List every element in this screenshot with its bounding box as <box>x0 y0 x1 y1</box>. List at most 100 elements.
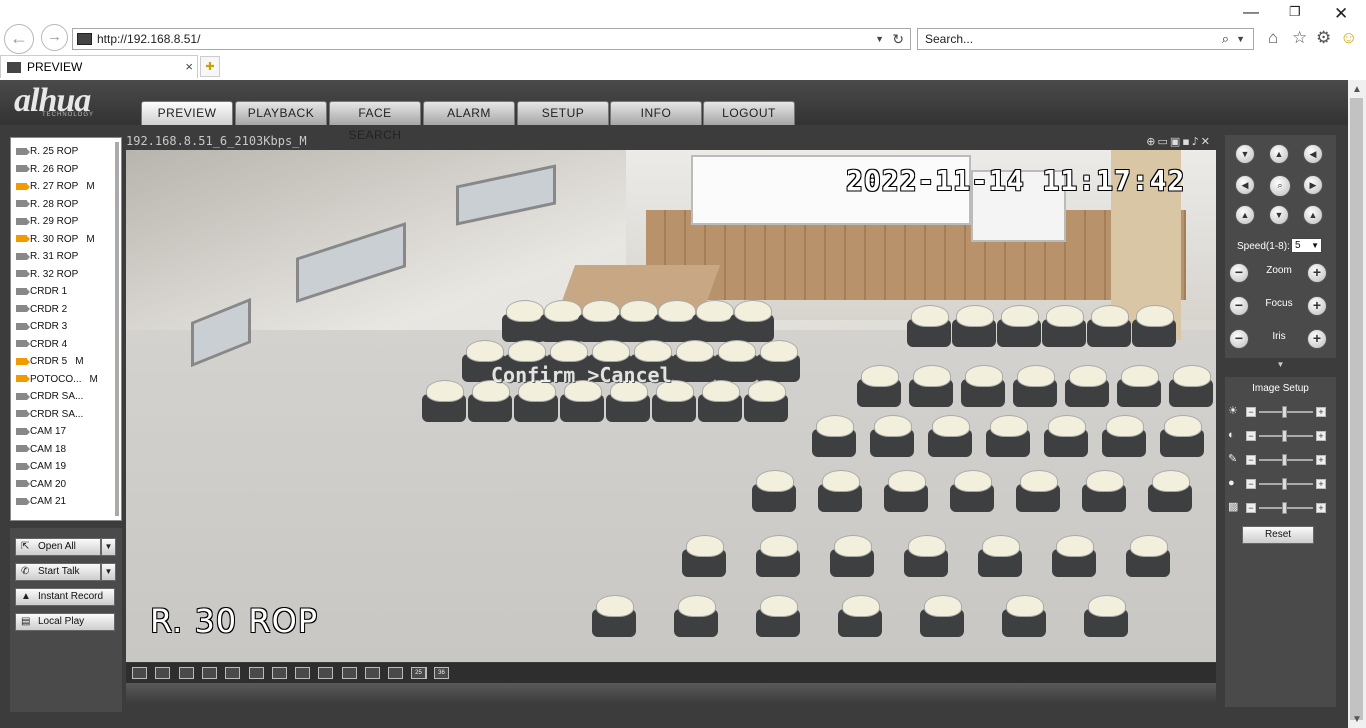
sharpness-plus[interactable]: + <box>1316 503 1326 513</box>
layout-button[interactable] <box>271 667 287 679</box>
sharpness-minus[interactable]: − <box>1246 503 1256 513</box>
tab-setup[interactable]: SETUP <box>517 101 609 125</box>
tab-close-icon[interactable]: × <box>185 56 193 78</box>
sharpness-slider[interactable]: ▩ − + <box>1228 501 1334 515</box>
channel-item[interactable]: R. 27 ROP M <box>16 179 95 195</box>
layout-button[interactable] <box>201 667 217 679</box>
ptz-up-button[interactable]: ▲ <box>1269 144 1289 164</box>
brightness-plus[interactable]: + <box>1316 407 1326 417</box>
layout-button[interactable] <box>365 667 380 679</box>
hue-knob[interactable] <box>1282 478 1287 490</box>
home-icon[interactable]: ⌂ <box>1268 28 1278 48</box>
contrast-slider[interactable]: ◐ − + <box>1228 429 1334 443</box>
address-dropdown-icon[interactable]: ▼ <box>875 29 884 49</box>
gear-icon[interactable]: ⚙ <box>1316 28 1331 48</box>
channel-item[interactable]: CAM 20 <box>16 477 66 493</box>
tab-alarm[interactable]: ALARM <box>423 101 515 125</box>
layout-button[interactable] <box>178 667 194 679</box>
restore-icon[interactable]: ❐ <box>1289 4 1301 20</box>
saturation-slider[interactable]: ✎ − + <box>1228 453 1334 467</box>
layout-button[interactable]: 36 <box>434 667 449 679</box>
ptz-down-right-button[interactable]: ▲ <box>1303 205 1323 225</box>
ptz-3d-zoom-button[interactable]: ⌕ <box>1269 175 1291 197</box>
ptz-up-left-button[interactable]: ▼ <box>1235 144 1255 164</box>
zoom-in-button[interactable]: + <box>1307 263 1327 283</box>
reset-button[interactable]: Reset <box>1242 526 1314 544</box>
brightness-knob[interactable] <box>1282 406 1287 418</box>
instant-record-button[interactable]: ▲ Instant Record <box>15 588 115 606</box>
channel-item[interactable]: R. 29 ROP <box>16 214 78 230</box>
channel-item[interactable]: CRDR SA... <box>16 389 83 405</box>
channel-item[interactable]: R. 30 ROP M <box>16 232 95 248</box>
local-play-button[interactable]: ▤ Local Play <box>15 613 115 631</box>
record-icon[interactable]: ▪ <box>1182 135 1191 148</box>
layout-button[interactable] <box>132 667 147 679</box>
search-icon[interactable]: ⌕ <box>1222 29 1229 49</box>
speed-select[interactable]: 5 ▼ <box>1291 238 1322 253</box>
channel-item[interactable]: CRDR 4 <box>16 337 67 353</box>
hue-plus[interactable]: + <box>1316 479 1326 489</box>
start-talk-dropdown[interactable]: ▼ <box>101 563 116 581</box>
open-all-dropdown[interactable]: ▼ <box>101 538 116 556</box>
channel-list-scrollbar[interactable] <box>115 142 119 516</box>
contrast-plus[interactable]: + <box>1316 431 1326 441</box>
channel-item[interactable]: CAM 17 <box>16 424 66 440</box>
focus-in-button[interactable]: + <box>1307 296 1327 316</box>
saturation-knob[interactable] <box>1282 454 1287 466</box>
scroll-up-icon[interactable]: ▲ <box>1352 84 1362 95</box>
channel-item[interactable]: CRDR 5 M <box>16 354 84 370</box>
snapshot-icon[interactable]: ▣ <box>1170 135 1182 148</box>
layout-button[interactable] <box>248 667 264 679</box>
sharpness-knob[interactable] <box>1282 502 1287 514</box>
close-video-icon[interactable]: ✕ <box>1201 135 1212 148</box>
channel-item[interactable]: CRDR SA... <box>16 407 83 423</box>
saturation-minus[interactable]: − <box>1246 455 1256 465</box>
channel-item[interactable]: R. 28 ROP <box>16 197 78 213</box>
search-dropdown-icon[interactable]: ▼ <box>1236 29 1245 49</box>
channel-item[interactable]: CAM 19 <box>16 459 66 475</box>
ptz-down-button[interactable]: ▼ <box>1269 205 1289 225</box>
ptz-up-right-button[interactable]: ◀ <box>1303 144 1323 164</box>
ptz-left-button[interactable]: ◀ <box>1235 175 1255 195</box>
layout-button[interactable]: 25 <box>411 667 426 679</box>
start-talk-button[interactable]: ✆ Start Talk <box>15 563 101 581</box>
audio-icon[interactable]: ♪ <box>1192 135 1201 148</box>
back-button[interactable]: ← <box>4 24 34 54</box>
channel-item[interactable]: R. 32 ROP <box>16 267 78 283</box>
focus-out-button[interactable]: − <box>1229 296 1249 316</box>
page-scrollbar[interactable]: ▲ ▼ <box>1348 80 1366 728</box>
tab-face-search[interactable]: FACE SEARCH <box>329 101 421 142</box>
smiley-icon[interactable]: ☺ <box>1340 28 1357 48</box>
channel-item[interactable]: R. 26 ROP <box>16 162 78 178</box>
layout-button[interactable] <box>388 667 404 679</box>
tab-preview[interactable]: PREVIEW <box>141 101 233 125</box>
address-bar[interactable]: http://192.168.8.51/ ▼ ↻ <box>72 28 911 50</box>
channel-item[interactable]: CRDR 1 <box>16 284 67 300</box>
browser-tab[interactable]: PREVIEW × <box>0 55 198 78</box>
tab-logout[interactable]: LOGOUT <box>703 101 795 125</box>
layout-button[interactable] <box>341 667 357 679</box>
refresh-icon[interactable]: ↻ <box>892 29 904 49</box>
iris-close-button[interactable]: − <box>1229 329 1249 349</box>
zoom-out-button[interactable]: − <box>1229 263 1249 283</box>
new-tab-icon[interactable]: ✚ <box>200 56 220 77</box>
hue-slider[interactable]: ● − + <box>1228 477 1334 491</box>
channel-item[interactable]: CAM 18 <box>16 442 66 458</box>
contrast-minus[interactable]: − <box>1246 431 1256 441</box>
tab-playback[interactable]: PLAYBACK <box>235 101 327 125</box>
channel-item[interactable]: R. 31 ROP <box>16 249 78 265</box>
zoom-in-icon[interactable]: ⊕ <box>1146 135 1157 148</box>
contrast-knob[interactable] <box>1282 430 1287 442</box>
tab-info[interactable]: INFO <box>610 101 702 125</box>
forward-button[interactable]: → <box>41 24 68 51</box>
open-all-button[interactable]: ⇱ Open All <box>15 538 101 556</box>
minimize-icon[interactable]: — <box>1243 4 1259 22</box>
star-icon[interactable]: ☆ <box>1292 28 1307 48</box>
brightness-minus[interactable]: − <box>1246 407 1256 417</box>
layout-button[interactable] <box>318 667 334 679</box>
channel-item[interactable]: CRDR 2 <box>16 302 67 318</box>
video-feed[interactable]: 2022-11-14 11:17:42 Confirm >Cancel R. 3… <box>126 150 1216 662</box>
fit-icon[interactable]: ▭ <box>1157 135 1169 148</box>
iris-open-button[interactable]: + <box>1307 329 1327 349</box>
layout-button[interactable] <box>155 667 171 679</box>
